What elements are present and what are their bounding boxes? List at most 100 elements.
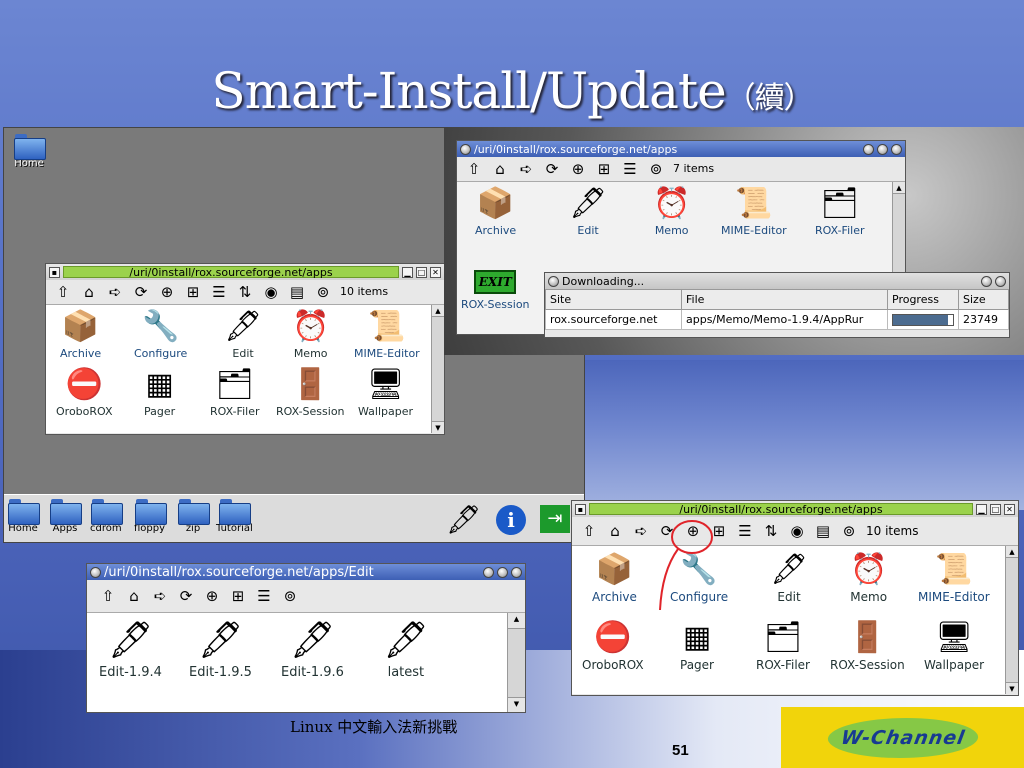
column-header-file[interactable]: File — [681, 289, 888, 310]
maximize-icon[interactable] — [877, 143, 888, 155]
up-icon[interactable]: ⇧ — [578, 521, 600, 541]
table-row[interactable]: rox.sourceforge.net apps/Memo/Memo-1.9.4… — [545, 309, 1009, 330]
zoom-fit-icon[interactable]: ⊞ — [708, 521, 730, 541]
app-archive[interactable]: 📦 Archive — [475, 186, 516, 237]
sort-icon[interactable]: ⇅ — [234, 282, 256, 302]
menu-icon[interactable]: ▪ — [49, 266, 60, 278]
bookmarks-icon[interactable]: ➪ — [630, 521, 652, 541]
panel-item-tutorial[interactable]: Tutorial — [216, 499, 253, 534]
zoom-fit-icon[interactable]: ⊞ — [182, 282, 204, 302]
details-icon[interactable]: ▤ — [286, 282, 308, 302]
maximize-icon[interactable] — [497, 566, 508, 578]
bookmarks-icon[interactable]: ➪ — [104, 282, 126, 302]
minimize-icon[interactable] — [981, 275, 992, 287]
menu-icon[interactable]: ▪ — [575, 503, 586, 515]
minimize-icon[interactable]: ▁ — [402, 266, 413, 278]
app-rox-session[interactable]: 🚪 ROX-Session — [276, 367, 345, 418]
title-bar[interactable]: /uri/0install/rox.sourceforge.net/apps — [457, 141, 905, 157]
menu-icon[interactable] — [460, 143, 471, 155]
bookmarks-icon[interactable]: ➪ — [515, 159, 537, 179]
help-icon[interactable]: ⊚ — [312, 282, 334, 302]
close-icon[interactable]: ✕ — [1004, 503, 1015, 515]
zoom-in-icon[interactable]: ⊕ — [567, 159, 589, 179]
list-view-icon[interactable]: ☰ — [253, 586, 275, 606]
panel-item-home[interactable]: Home — [8, 499, 40, 534]
menu-icon[interactable] — [548, 275, 559, 287]
app-rox-filer[interactable]: 🗂 ROX-Filer — [756, 620, 810, 672]
refresh-icon[interactable]: ⟳ — [130, 282, 152, 302]
panel-item-apps[interactable]: Apps — [50, 499, 82, 534]
app-mime-editor[interactable]: 📜 MIME-Editor — [354, 309, 420, 360]
pen-icon[interactable]: 🖋 — [446, 503, 482, 536]
panel-item-zip[interactable]: zip — [178, 499, 210, 534]
app-rox-filer[interactable]: 🗂 ROX-Filer — [815, 186, 864, 237]
scroll-down-icon[interactable]: ▼ — [432, 421, 444, 433]
scrollbar[interactable]: ▲ ▼ — [431, 305, 444, 433]
panel-item-cdrom[interactable]: cdrom — [90, 499, 123, 534]
app-memo[interactable]: ⏰ Memo — [292, 309, 329, 360]
app-configure[interactable]: 🔧 Configure — [670, 552, 728, 604]
show-hidden-icon[interactable]: ◉ — [260, 282, 282, 302]
app-rox-session[interactable]: EXIT ROX-Session — [461, 264, 530, 311]
column-header-size[interactable]: Size — [958, 289, 1009, 310]
info-icon[interactable]: i — [496, 505, 526, 535]
maximize-icon[interactable]: □ — [416, 266, 427, 278]
zoom-fit-icon[interactable]: ⊞ — [593, 159, 615, 179]
close-icon[interactable] — [511, 566, 522, 578]
app-edit[interactable]: 🖋 Edit — [770, 552, 808, 604]
app-pager[interactable]: ▦ Pager — [144, 367, 175, 418]
title-bar[interactable]: ▪ /uri/0install/rox.sourceforge.net/apps… — [46, 264, 444, 280]
list-view-icon[interactable]: ☰ — [208, 282, 230, 302]
help-icon[interactable]: ⊚ — [838, 521, 860, 541]
refresh-icon[interactable]: ⟳ — [656, 521, 678, 541]
close-icon[interactable]: ✕ — [430, 266, 441, 278]
help-icon[interactable]: ⊚ — [279, 586, 301, 606]
bookmarks-icon[interactable]: ➪ — [149, 586, 171, 606]
link-latest[interactable]: 🖋 latest — [383, 619, 429, 680]
minimize-icon[interactable] — [483, 566, 494, 578]
minimize-icon[interactable] — [863, 143, 874, 155]
home-icon[interactable]: ⌂ — [123, 586, 145, 606]
column-header-progress[interactable]: Progress — [887, 289, 959, 310]
details-icon[interactable]: ▤ — [812, 521, 834, 541]
app-wallpaper[interactable]: 🖥 Wallpaper — [358, 367, 413, 418]
sort-icon[interactable]: ⇅ — [760, 521, 782, 541]
maximize-icon[interactable]: □ — [990, 503, 1001, 515]
up-icon[interactable]: ⇧ — [52, 282, 74, 302]
app-memo[interactable]: ⏰ Memo — [850, 552, 887, 604]
dir-edit-1-9-4[interactable]: 🖋 Edit-1.9.4 — [99, 619, 162, 680]
app-edit[interactable]: 🖋 Edit — [569, 186, 607, 237]
panel-item-floppy[interactable]: floppy — [134, 499, 167, 534]
column-header-site[interactable]: Site — [545, 289, 682, 310]
app-mime-editor[interactable]: 📜 MIME-Editor — [918, 552, 990, 604]
app-memo[interactable]: ⏰ Memo — [653, 186, 690, 237]
app-mime-editor[interactable]: 📜 MIME-Editor — [721, 186, 787, 237]
app-archive[interactable]: 📦 Archive — [60, 309, 101, 360]
dir-edit-1-9-5[interactable]: 🖋 Edit-1.9.5 — [189, 619, 252, 680]
scroll-up-icon[interactable]: ▲ — [893, 182, 905, 194]
scrollbar[interactable]: ▲ ▼ — [507, 613, 525, 712]
minimize-icon[interactable]: ▁ — [976, 503, 987, 515]
refresh-icon[interactable]: ⟳ — [175, 586, 197, 606]
app-rox-filer[interactable]: 🗂 ROX-Filer — [210, 367, 259, 418]
up-icon[interactable]: ⇧ — [463, 159, 485, 179]
logout-icon[interactable]: ⇥ — [540, 505, 570, 533]
refresh-icon[interactable]: ⟳ — [541, 159, 563, 179]
app-edit[interactable]: 🖋 Edit — [224, 309, 262, 360]
app-rox-session[interactable]: 🚪 ROX-Session — [830, 620, 905, 672]
title-bar[interactable]: ▪ /uri/0install/rox.sourceforge.net/apps… — [572, 501, 1018, 517]
zoom-fit-icon[interactable]: ⊞ — [227, 586, 249, 606]
dir-edit-1-9-6[interactable]: 🖋 Edit-1.9.6 — [281, 619, 344, 680]
scroll-down-icon[interactable]: ▼ — [1006, 682, 1018, 694]
scroll-up-icon[interactable]: ▲ — [1006, 546, 1018, 558]
home-icon[interactable]: ⌂ — [489, 159, 511, 179]
app-ororox[interactable]: ⛔ OroboROX — [582, 620, 644, 672]
zoom-in-icon[interactable]: ⊕ — [201, 586, 223, 606]
app-wallpaper[interactable]: 🖥 Wallpaper — [924, 620, 984, 672]
app-archive[interactable]: 📦 Archive — [592, 552, 637, 604]
desktop-home-icon[interactable]: Home — [14, 134, 46, 169]
scroll-up-icon[interactable]: ▲ — [432, 305, 444, 317]
zoom-in-icon[interactable]: ⊕ — [682, 521, 704, 541]
list-view-icon[interactable]: ☰ — [734, 521, 756, 541]
home-icon[interactable]: ⌂ — [78, 282, 100, 302]
